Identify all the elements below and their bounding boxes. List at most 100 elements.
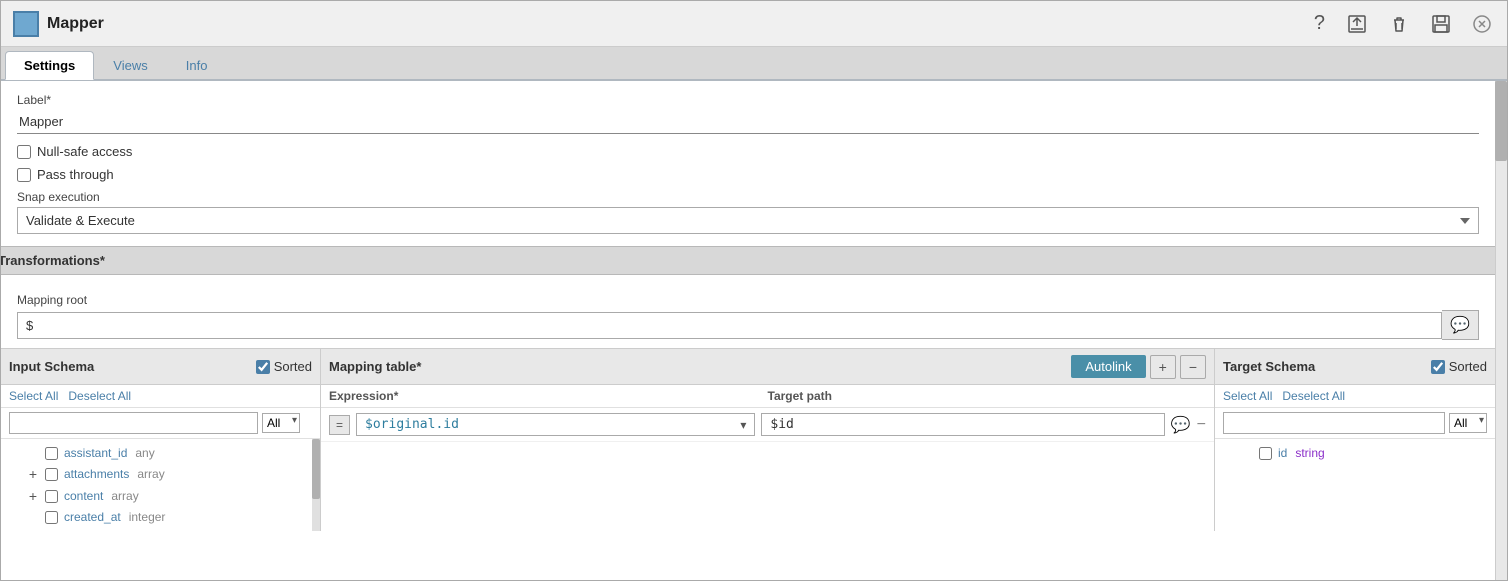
mapping-table-header: Mapping table* Autolink + − <box>321 349 1214 385</box>
mapping-root-group: Mapping root 💬 <box>1 285 1495 348</box>
app-icon <box>13 11 39 37</box>
help-button[interactable]: ? <box>1310 10 1329 37</box>
null-safe-label: Null-safe access <box>37 144 132 159</box>
input-expand-attachments[interactable]: + <box>25 466 41 482</box>
form-area: Label* Null-safe access Pass through Sna… <box>1 81 1495 234</box>
target-schema-title: Target Schema <box>1223 359 1315 374</box>
target-path-input[interactable] <box>761 413 1164 436</box>
target-schema-list: id string <box>1215 439 1495 531</box>
input-sorted-label: Sorted <box>274 359 312 374</box>
input-item-content: + content array <box>1 485 320 507</box>
target-filter-input[interactable] <box>1223 412 1445 434</box>
window-title: Mapper <box>47 15 104 33</box>
input-schema-title: Input Schema <box>9 359 94 374</box>
input-checkbox-content[interactable] <box>45 490 58 503</box>
export-button[interactable] <box>1343 12 1371 36</box>
pass-through-label: Pass through <box>37 167 114 182</box>
input-type-created-at: integer <box>129 510 166 524</box>
main-window: Mapper ? <box>0 0 1508 581</box>
input-deselect-all[interactable]: Deselect All <box>68 389 131 403</box>
target-name-id: id <box>1278 446 1287 460</box>
snap-exec-group: Snap execution Validate & Execute Execut… <box>17 190 1479 234</box>
input-schema-header: Input Schema Sorted <box>1 349 320 385</box>
autolink-button[interactable]: Autolink <box>1071 355 1145 378</box>
input-schema-scrollbar[interactable] <box>312 439 320 531</box>
col-target-header: Target path <box>768 389 1207 403</box>
input-name-attachments: attachments <box>64 467 129 481</box>
close-button[interactable] <box>1469 13 1495 35</box>
remove-mapping-button[interactable]: − <box>1180 355 1206 379</box>
target-select-all-row: Select All Deselect All <box>1215 385 1495 408</box>
pass-through-checkbox[interactable] <box>17 168 31 182</box>
row-remove-button[interactable]: − <box>1197 416 1206 434</box>
title-bar: Mapper ? <box>1 1 1507 47</box>
target-schema-panel: Target Schema Sorted Select All Deselect… <box>1215 349 1495 531</box>
label-input[interactable] <box>17 110 1479 134</box>
snap-exec-select[interactable]: Validate & Execute Execute only Validate… <box>17 207 1479 234</box>
target-select-all[interactable]: Select All <box>1223 389 1272 403</box>
target-item-id: id string <box>1215 443 1495 463</box>
col-expression-header: Expression* <box>329 389 768 403</box>
target-sorted-check: Sorted <box>1431 359 1487 374</box>
settings-content: Label* Null-safe access Pass through Sna… <box>1 81 1495 580</box>
mapping-actions: Autolink + − <box>1071 355 1206 379</box>
input-name-content: content <box>64 489 103 503</box>
input-item-created-at: created_at integer <box>1 507 320 527</box>
mapping-root-comment-button[interactable]: 💬 <box>1442 310 1479 340</box>
mapping-root-label: Mapping root <box>17 293 1479 307</box>
add-mapping-button[interactable]: + <box>1150 355 1176 379</box>
label-field-group: Label* <box>17 93 1479 134</box>
input-item-attachments: + attachments array <box>1 463 320 485</box>
mapping-row-1: = $original.id ▾ 💬 − <box>321 408 1214 442</box>
mapping-table-panel: Mapping table* Autolink + − Expression* … <box>321 349 1215 531</box>
label-field-label: Label* <box>17 93 1479 107</box>
tab-views[interactable]: Views <box>94 51 166 80</box>
mapping-root-input[interactable] <box>17 312 1442 339</box>
input-checkbox-assistant-id[interactable] <box>45 447 58 460</box>
target-filter-row: All <box>1215 408 1495 439</box>
window-scrollbar[interactable] <box>1495 81 1507 580</box>
input-schema-list: assistant_id any + attachments array <box>1 439 320 531</box>
snap-exec-wrapper: Validate & Execute Execute only Validate… <box>17 207 1479 234</box>
target-type-id: string <box>1295 446 1324 460</box>
input-filter-input[interactable] <box>9 412 258 434</box>
input-filter-select-wrap: All <box>262 413 300 433</box>
target-filter-select-wrap: All <box>1449 413 1487 433</box>
input-sorted-checkbox[interactable] <box>256 360 270 374</box>
input-schema-panel: Input Schema Sorted Select All Deselect … <box>1 349 321 531</box>
input-expand-content[interactable]: + <box>25 488 41 504</box>
row-comment-button[interactable]: 💬 <box>1171 415 1191 435</box>
tab-info[interactable]: Info <box>167 51 227 80</box>
target-schema-header: Target Schema Sorted <box>1215 349 1495 385</box>
expr-dropdown-arrow[interactable]: ▾ <box>736 418 750 432</box>
target-checkbox-id[interactable] <box>1259 447 1272 460</box>
delete-button[interactable] <box>1385 12 1413 36</box>
title-bar-left: Mapper <box>13 11 104 37</box>
null-safe-checkbox[interactable] <box>17 145 31 159</box>
target-filter-select[interactable]: All <box>1449 413 1487 433</box>
input-type-content: array <box>111 489 138 503</box>
input-select-all[interactable]: Select All <box>9 389 58 403</box>
input-checkbox-created-at[interactable] <box>45 511 58 524</box>
transformations-label: Transformations* <box>1 253 105 268</box>
input-type-attachments: array <box>137 467 164 481</box>
null-safe-row: Null-safe access <box>17 144 1479 159</box>
tab-bar: Settings Views Info <box>1 47 1507 81</box>
input-checkbox-attachments[interactable] <box>45 468 58 481</box>
window-scrollbar-thumb <box>1495 81 1507 161</box>
save-button[interactable] <box>1427 12 1455 36</box>
input-filter-row: All <box>1 408 320 439</box>
input-name-created-at: created_at <box>64 510 121 524</box>
input-select-all-row: Select All Deselect All <box>1 385 320 408</box>
input-type-assistant-id: any <box>135 446 154 460</box>
tab-settings[interactable]: Settings <box>5 51 94 80</box>
panels-container: Input Schema Sorted Select All Deselect … <box>1 348 1495 531</box>
input-filter-select[interactable]: All <box>262 413 300 433</box>
snap-exec-label: Snap execution <box>17 190 1479 204</box>
target-deselect-all[interactable]: Deselect All <box>1282 389 1345 403</box>
row-type-button[interactable]: = <box>329 415 350 435</box>
mapping-root-row: 💬 <box>17 310 1479 340</box>
pass-through-row: Pass through <box>17 167 1479 182</box>
mapping-table-title: Mapping table* <box>329 359 421 374</box>
target-sorted-checkbox[interactable] <box>1431 360 1445 374</box>
